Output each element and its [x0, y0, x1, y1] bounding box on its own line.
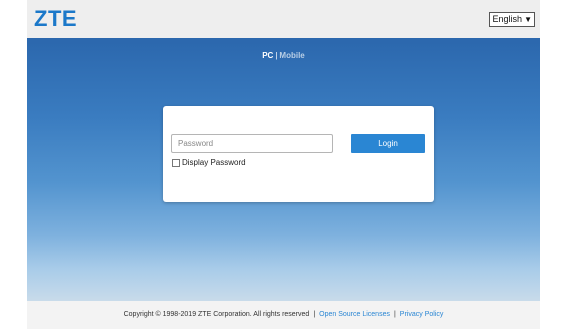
display-password-checkbox[interactable] [172, 158, 180, 167]
language-select-value: English [492, 14, 523, 24]
login-hero: PC | Mobile Login Display Password [27, 38, 540, 301]
display-password-label: Display Password [182, 158, 246, 167]
view-switch-separator: | [275, 51, 278, 60]
password-input[interactable] [171, 134, 333, 153]
footer-divider: | [393, 311, 396, 318]
top-bar: ZTE English ▼ [27, 0, 540, 38]
zte-logo: ZTE [34, 6, 78, 31]
chevron-down-icon: ▼ [524, 14, 532, 24]
display-password-toggle[interactable]: Display Password [172, 158, 246, 167]
footer: Copyright © 1998-2019 ZTE Corporation. A… [27, 301, 540, 329]
copyright-text: Copyright © 1998-2019 ZTE Corporation. A… [123, 311, 310, 318]
footer-divider: | [313, 311, 316, 318]
mobile-view-link[interactable]: Mobile [279, 51, 304, 60]
app-frame: ZTE English ▼ PC | Mobile Login Display Pa… [27, 0, 540, 329]
login-button[interactable]: Login [351, 134, 425, 153]
open-source-licenses-link[interactable]: Open Source Licenses [319, 311, 390, 318]
language-select[interactable]: English ▼ [488, 12, 535, 27]
privacy-policy-link[interactable]: Privacy Policy [400, 311, 444, 318]
login-card: Login Display Password [163, 106, 434, 202]
view-switch: PC | Mobile [27, 51, 540, 60]
pc-view-link[interactable]: PC [262, 51, 273, 60]
